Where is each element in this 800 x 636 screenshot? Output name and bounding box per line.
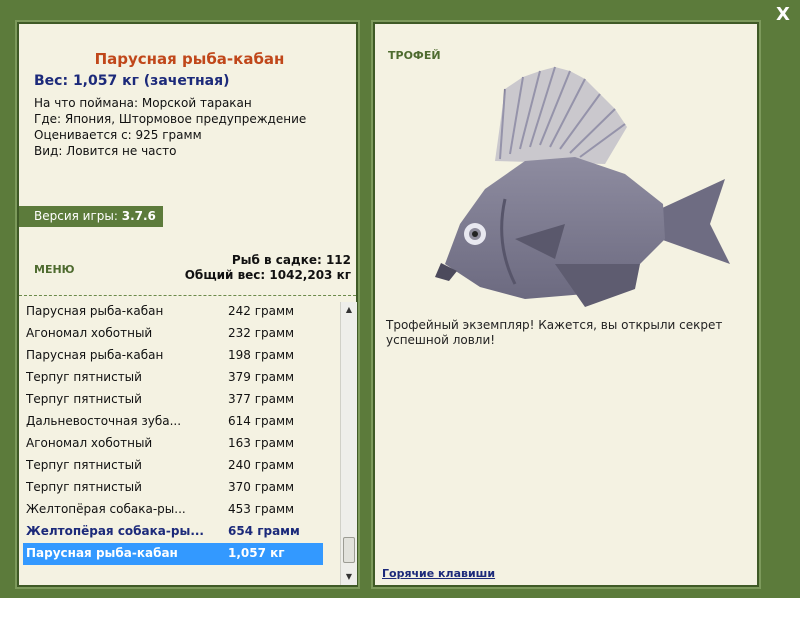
list-item[interactable]: Парусная рыба-кабан 242 грамм bbox=[23, 301, 323, 323]
list-item[interactable]: Терпуг пятнистый 240 грамм bbox=[23, 455, 323, 477]
list-item-name: Парусная рыба-кабан bbox=[26, 546, 178, 560]
list-item-name: Терпуг пятнистый bbox=[26, 392, 142, 406]
fish-count: Рыб в садке: 112 bbox=[231, 253, 351, 267]
game-version-badge: Версия игры: 3.7.6 bbox=[19, 206, 163, 227]
list-item-weight: 654 грамм bbox=[228, 524, 300, 538]
list-item-weight: 240 грамм bbox=[228, 458, 295, 472]
list-item-weight: 1,057 кг bbox=[228, 546, 285, 560]
list-item-name: Парусная рыба-кабан bbox=[26, 304, 164, 318]
list-item-weight: 198 грамм bbox=[228, 348, 295, 362]
version-label: Версия игры: bbox=[34, 209, 118, 223]
close-icon[interactable]: X bbox=[773, 4, 793, 26]
list-item-name: Желтопёрая собака-ры... bbox=[26, 502, 186, 516]
fish-title: Парусная рыба-кабан bbox=[94, 50, 285, 68]
arrow-down-icon[interactable]: ▼ bbox=[341, 569, 357, 585]
list-item-name: Агономал хоботный bbox=[26, 326, 153, 340]
hotkeys-link[interactable]: Горячие клавиши bbox=[382, 567, 495, 580]
rating-info: Оценивается с: 925 грамм bbox=[34, 128, 202, 142]
list-item[interactable]: Агономал хоботный 232 грамм bbox=[23, 323, 323, 345]
list-item-name: Терпуг пятнистый bbox=[26, 480, 142, 494]
catch-list[interactable]: Парусная рыба-кабан 242 грамм Агономал хо… bbox=[21, 301, 341, 576]
list-item-weight: 379 грамм bbox=[228, 370, 295, 384]
fish-picture bbox=[435, 66, 730, 307]
list-item-name: Терпуг пятнистый bbox=[26, 370, 142, 384]
window-frame: X Парусная рыба-кабан Вес: 1,057 кг (зач… bbox=[0, 0, 800, 598]
trophy-description: Трофейный экземпляр! Кажется, вы открыли… bbox=[386, 318, 723, 347]
list-item-name: Дальневосточная зуба... bbox=[26, 414, 182, 428]
version-value: 3.7.6 bbox=[121, 209, 156, 223]
list-item[interactable]: Парусная рыба-кабан 198 грамм bbox=[23, 345, 323, 367]
location-info: Где: Япония, Штормовое предупреждение bbox=[34, 112, 307, 126]
list-item[interactable]: Агономал хоботный 163 грамм bbox=[23, 433, 323, 455]
list-item-weight: 370 грамм bbox=[228, 480, 295, 494]
fish-weight: Вес: 1,057 кг (зачетная) bbox=[34, 73, 230, 89]
list-item[interactable]: Терпуг пятнистый 379 грамм bbox=[23, 367, 323, 389]
list-item-name: Агономал хоботный bbox=[26, 436, 153, 450]
list-item[interactable]: Желтопёрая собака-ры... 453 грамм bbox=[23, 499, 323, 521]
divider bbox=[19, 295, 356, 296]
list-item-weight: 163 грамм bbox=[228, 436, 295, 450]
menu-button[interactable]: МЕНЮ bbox=[34, 263, 75, 276]
list-item[interactable]: Дальневосточная зуба... 614 грамм bbox=[23, 411, 323, 433]
list-item-weight: 232 грамм bbox=[228, 326, 295, 340]
list-item-name: Терпуг пятнистый bbox=[26, 458, 142, 472]
total-weight: Общий вес: 1042,203 кг bbox=[184, 268, 351, 282]
list-item-selected[interactable]: Парусная рыба-кабан 1,057 кг bbox=[23, 543, 323, 565]
list-item[interactable]: Терпуг пятнистый 377 грамм bbox=[23, 389, 323, 411]
trophy-panel: ТРОФЕЙ Трофейный экземпляр! Кажется, вы … bbox=[371, 20, 761, 589]
list-item-name: Желтопёрая собака-ры... bbox=[26, 524, 204, 538]
list-item-weight: 377 грамм bbox=[228, 392, 295, 406]
list-item-weight: 453 грамм bbox=[228, 502, 295, 516]
rarity-info: Вид: Ловится не часто bbox=[34, 144, 177, 158]
list-item-weight: 614 грамм bbox=[228, 414, 295, 428]
list-item[interactable]: Терпуг пятнистый 370 грамм bbox=[23, 477, 323, 499]
catch-info-panel: Парусная рыба-кабан Вес: 1,057 кг (зачет… bbox=[15, 20, 360, 589]
arrow-up-icon[interactable]: ▲ bbox=[341, 302, 357, 318]
list-item[interactable]: Желтопёрая собака-ры... 654 грамм bbox=[23, 521, 323, 543]
list-item-name: Парусная рыба-кабан bbox=[26, 348, 164, 362]
scrollbar-thumb[interactable] bbox=[343, 537, 355, 563]
bait-info: На что поймана: Морской таракан bbox=[34, 96, 252, 110]
catch-stats: Рыб в садке: 112 Общий вес: 1042,203 кг bbox=[185, 253, 351, 283]
list-scrollbar[interactable]: ▲ ▼ bbox=[340, 302, 357, 585]
list-item-weight: 242 грамм bbox=[228, 304, 295, 318]
